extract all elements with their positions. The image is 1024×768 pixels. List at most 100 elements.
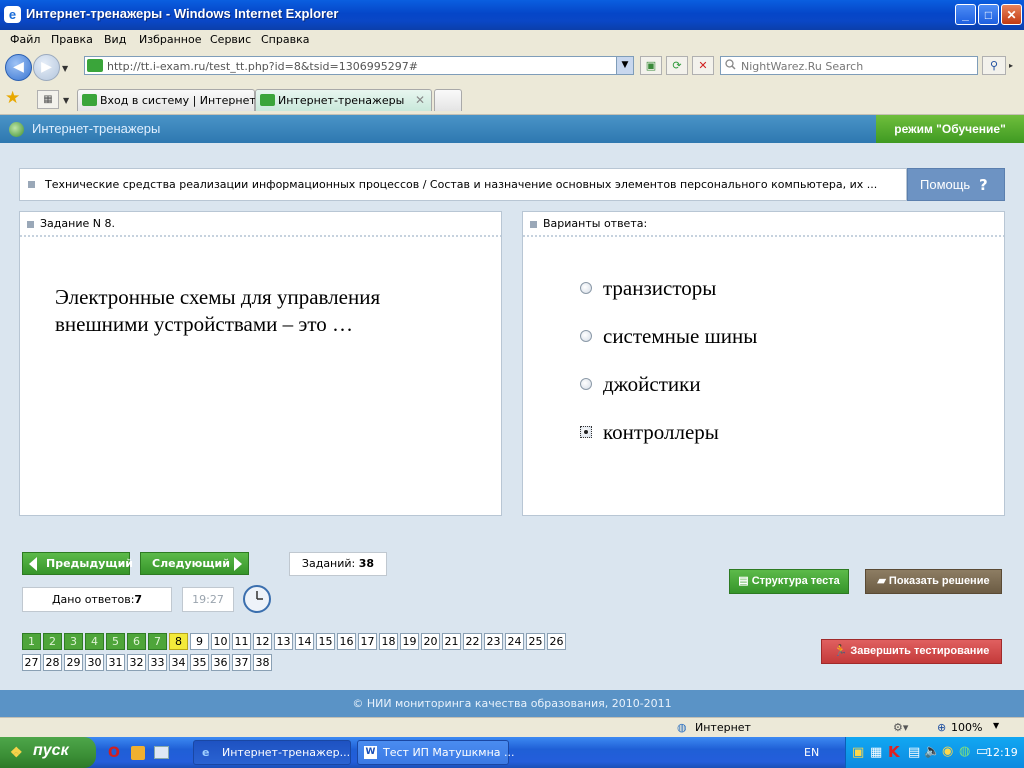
- tray-media-icon[interactable]: ◉: [942, 744, 953, 759]
- zoom-icon[interactable]: ⊕: [937, 721, 946, 734]
- question-number-12[interactable]: 12: [253, 633, 272, 650]
- tab-list-dropdown-icon[interactable]: ▼: [63, 96, 69, 105]
- question-number-20[interactable]: 20: [421, 633, 440, 650]
- question-number-38[interactable]: 38: [253, 654, 272, 671]
- question-number-37[interactable]: 37: [232, 654, 251, 671]
- address-input[interactable]: http://tt.i-exam.ru/test_tt.php?id=8&tsi…: [84, 56, 634, 75]
- tab-close-icon[interactable]: ✕: [415, 93, 425, 107]
- window-titlebar[interactable]: e Интернет-тренажеры - Windows Internet …: [0, 0, 1024, 30]
- search-options-icon[interactable]: ▸: [1009, 61, 1013, 70]
- question-number-14[interactable]: 14: [295, 633, 314, 650]
- question-number-23[interactable]: 23: [484, 633, 503, 650]
- question-number-19[interactable]: 19: [400, 633, 419, 650]
- radio-button-selected[interactable]: [580, 426, 592, 438]
- new-tab-button[interactable]: [434, 89, 462, 111]
- question-number-8[interactable]: 8: [169, 633, 188, 650]
- tray-network-icon[interactable]: ▦: [870, 745, 882, 760]
- search-input[interactable]: NightWarez.Ru Search: [720, 56, 978, 75]
- question-number-35[interactable]: 35: [190, 654, 209, 671]
- menu-file[interactable]: Файл: [10, 33, 40, 46]
- zoom-dropdown-icon[interactable]: ▼: [993, 721, 999, 730]
- question-number-1[interactable]: 1: [22, 633, 41, 650]
- help-button[interactable]: Помощь ?: [907, 168, 1005, 201]
- answer-text[interactable]: контроллеры: [603, 420, 719, 445]
- radio-button[interactable]: [580, 378, 592, 390]
- question-number-9[interactable]: 9: [190, 633, 209, 650]
- address-url[interactable]: http://tt.i-exam.ru/test_tt.php?id=8&tsi…: [107, 60, 418, 73]
- question-number-10[interactable]: 10: [211, 633, 230, 650]
- question-number-30[interactable]: 30: [85, 654, 104, 671]
- question-number-28[interactable]: 28: [43, 654, 62, 671]
- previous-button[interactable]: Предыдущий: [22, 552, 133, 575]
- answer-text[interactable]: системные шины: [603, 324, 757, 349]
- question-number-33[interactable]: 33: [148, 654, 167, 671]
- tab-login[interactable]: Вход в систему | Интернет-...: [77, 89, 270, 111]
- quicklaunch-icon[interactable]: [131, 746, 145, 760]
- question-number-36[interactable]: 36: [211, 654, 230, 671]
- show-desktop-icon[interactable]: [154, 746, 169, 759]
- question-number-27[interactable]: 27: [22, 654, 41, 671]
- answer-text[interactable]: джойстики: [603, 372, 701, 397]
- search-button-icon[interactable]: ⚲: [982, 56, 1006, 75]
- volume-icon[interactable]: 🔈: [924, 744, 940, 759]
- taskbar-button-ie[interactable]: e Интернет-тренажер...: [193, 740, 351, 765]
- close-button[interactable]: ✕: [1001, 4, 1022, 25]
- question-number-25[interactable]: 25: [526, 633, 545, 650]
- question-number-6[interactable]: 6: [127, 633, 146, 650]
- menu-favorites[interactable]: Избранное: [139, 33, 201, 46]
- next-button[interactable]: Следующий: [140, 552, 249, 575]
- question-number-34[interactable]: 34: [169, 654, 188, 671]
- minimize-button[interactable]: _: [955, 4, 976, 25]
- question-number-5[interactable]: 5: [106, 633, 125, 650]
- menu-tools[interactable]: Сервис: [210, 33, 251, 46]
- question-number-17[interactable]: 17: [358, 633, 377, 650]
- question-number-31[interactable]: 31: [106, 654, 125, 671]
- question-number-13[interactable]: 13: [274, 633, 293, 650]
- refresh-icon[interactable]: ⟳: [666, 56, 688, 75]
- maximize-button[interactable]: □: [978, 4, 999, 25]
- question-number-4[interactable]: 4: [85, 633, 104, 650]
- menu-help[interactable]: Справка: [261, 33, 309, 46]
- radio-button[interactable]: [580, 330, 592, 342]
- finish-test-button[interactable]: 🏃 Завершить тестирование: [821, 639, 1002, 664]
- question-number-32[interactable]: 32: [127, 654, 146, 671]
- answer-text[interactable]: транзисторы: [603, 276, 716, 301]
- question-number-11[interactable]: 11: [232, 633, 251, 650]
- tray-device-icon[interactable]: ▤: [908, 745, 920, 760]
- menu-view[interactable]: Вид: [104, 33, 126, 46]
- task-number: Задание N 8.: [40, 217, 115, 230]
- compatibility-icon[interactable]: ▣: [640, 56, 662, 75]
- back-arrow-icon[interactable]: ◀: [5, 54, 32, 81]
- question-number-29[interactable]: 29: [64, 654, 83, 671]
- history-dropdown-icon[interactable]: ▼: [62, 64, 68, 73]
- question-number-16[interactable]: 16: [337, 633, 356, 650]
- menu-edit[interactable]: Правка: [51, 33, 93, 46]
- question-number-7[interactable]: 7: [148, 633, 167, 650]
- question-number-15[interactable]: 15: [316, 633, 335, 650]
- question-number-24[interactable]: 24: [505, 633, 524, 650]
- address-dropdown-icon[interactable]: ▼: [616, 57, 633, 74]
- opera-icon[interactable]: O: [108, 745, 120, 761]
- show-solution-button[interactable]: ▰ Показать решение: [865, 569, 1002, 594]
- protected-mode-icon[interactable]: ⚙▾: [893, 721, 908, 734]
- question-number-3[interactable]: 3: [64, 633, 83, 650]
- test-structure-button[interactable]: ▤ Структура теста: [729, 569, 849, 594]
- tab-trainers[interactable]: Интернет-тренажеры ✕: [255, 89, 432, 111]
- kaspersky-icon[interactable]: K: [888, 743, 900, 761]
- question-number-26[interactable]: 26: [547, 633, 566, 650]
- forward-arrow-icon[interactable]: ▶: [33, 54, 60, 81]
- tray-app-icon[interactable]: ▣: [852, 745, 864, 760]
- question-number-2[interactable]: 2: [43, 633, 62, 650]
- radio-button[interactable]: [580, 282, 592, 294]
- quick-tabs-icon[interactable]: ▦: [37, 90, 59, 109]
- zoom-level[interactable]: 100%: [951, 721, 982, 734]
- taskbar-button-word[interactable]: W Тест ИП Матушкмна ...: [357, 740, 515, 765]
- question-number-22[interactable]: 22: [463, 633, 482, 650]
- stop-icon[interactable]: ✕: [692, 56, 714, 75]
- question-number-21[interactable]: 21: [442, 633, 461, 650]
- tray-update-icon[interactable]: ◍: [959, 744, 970, 759]
- question-number-18[interactable]: 18: [379, 633, 398, 650]
- favorites-star-icon[interactable]: ★: [5, 88, 20, 108]
- start-button[interactable]: ❖ пуск: [0, 737, 96, 768]
- language-indicator[interactable]: EN: [804, 746, 819, 759]
